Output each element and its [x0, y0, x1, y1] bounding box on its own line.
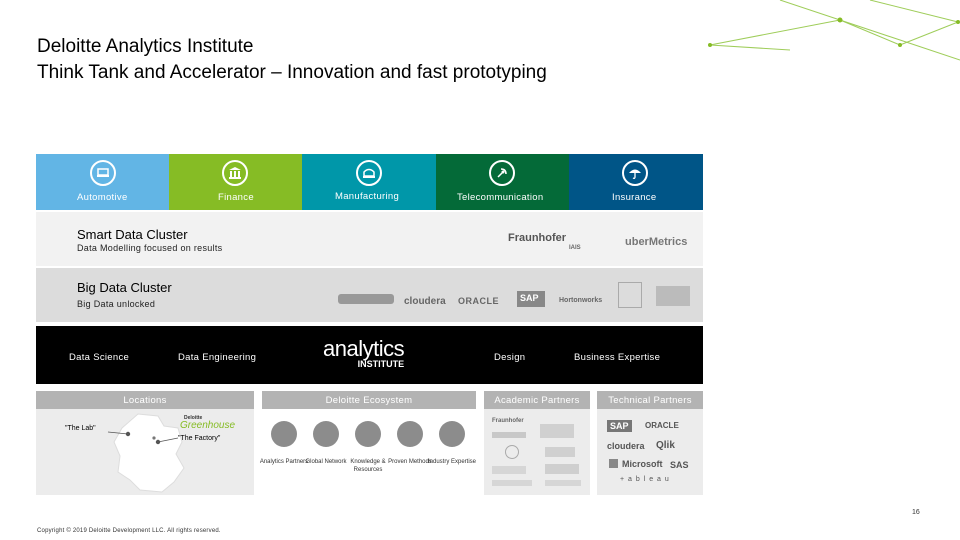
academic-logo-placeholder	[540, 424, 574, 438]
sector-finance: Finance	[169, 154, 302, 210]
sector-label: Automotive	[77, 192, 128, 203]
tech-logo-tableau: + a b l e a u	[620, 476, 670, 483]
academic-logo-fraunhofer: Fraunhofer	[492, 418, 524, 424]
sector-telecommunication: Telecommunication	[436, 154, 569, 210]
page-number: 16	[912, 509, 920, 516]
sector-insurance: Insurance	[569, 154, 703, 210]
sector-manufacturing: Manufacturing	[302, 154, 436, 210]
sap-logo: SAP	[517, 291, 545, 307]
tech-logo-cloudera: cloudera	[607, 441, 645, 451]
analytics-institute-logo: analytics INSTITUTE	[323, 336, 405, 370]
cloudera-logo: cloudera	[404, 296, 446, 307]
academic-logo-placeholder	[545, 464, 579, 474]
tech-logo-qlik: Qlik	[656, 440, 675, 451]
technical-header: Technical Partners	[597, 391, 703, 409]
partner-logo-placeholder	[656, 286, 690, 306]
location-lab: "The Lab"	[65, 425, 96, 432]
title-line-1: Deloitte Analytics Institute	[37, 36, 254, 57]
bank-icon	[222, 160, 248, 186]
iais-logo: IAIS	[569, 245, 581, 251]
location-factory: "The Factory"	[178, 435, 221, 442]
capabilities-bar: Data Science Data Engineering analytics …	[36, 326, 703, 384]
sector-label: Insurance	[612, 192, 657, 203]
knowledge-resources-icon	[355, 421, 381, 447]
capability-business-expertise: Business Expertise	[574, 352, 661, 363]
academic-header: Academic Partners	[484, 391, 590, 409]
eco-label: Industry Expertise	[427, 459, 477, 465]
locations-header: Locations	[36, 391, 254, 409]
tech-logo-microsoft: Microsoft	[622, 459, 663, 469]
tech-logo-oracle: ORACLE	[645, 421, 679, 430]
sector-label: Manufacturing	[335, 191, 400, 202]
copyright-text: Copyright © 2019 Deloitte Development LL…	[37, 528, 221, 534]
network-decoration	[708, 0, 960, 61]
hortonworks-logo: Hortonworks	[559, 297, 603, 304]
analytics-partners-icon	[271, 421, 297, 447]
academic-logo-placeholder	[492, 432, 526, 438]
smart-data-subtitle: Data Modelling focused on results	[77, 243, 223, 253]
ubermetrics-logo: uberMetrics	[625, 236, 688, 248]
big-data-title: Big Data Cluster	[77, 280, 172, 295]
industry-expertise-icon	[439, 421, 465, 447]
ecosystem-header: Deloitte Ecosystem	[262, 391, 476, 409]
sector-label: Telecommunication	[457, 192, 544, 203]
partner-logo-placeholder	[338, 294, 394, 304]
academic-logo-placeholder	[492, 466, 526, 474]
oracle-logo: ORACLE	[458, 296, 499, 306]
smart-data-cluster: Smart Data Cluster Data Modelling focuse…	[36, 212, 703, 266]
capability-data-engineering: Data Engineering	[178, 352, 257, 363]
global-network-icon	[313, 421, 339, 447]
sector-label: Finance	[218, 192, 254, 203]
car-icon	[90, 160, 116, 186]
title-line-2: Think Tank and Accelerator – Innovation …	[37, 62, 547, 83]
tech-logo-sap: SAP	[607, 420, 632, 432]
umbrella-icon	[622, 160, 648, 186]
sector-bar: Automotive Finance Manufacturing Telecom…	[36, 154, 703, 210]
tech-logo-sas: SAS	[670, 460, 689, 470]
proven-methods-icon	[397, 421, 423, 447]
academic-logo-placeholder	[492, 480, 532, 486]
big-data-subtitle: Big Data unlocked	[77, 299, 156, 309]
capability-data-science: Data Science	[69, 352, 130, 363]
academic-logo-placeholder	[505, 445, 519, 459]
partner-logo-placeholder	[618, 282, 642, 308]
academic-logo-placeholder	[545, 480, 581, 486]
page-title: Deloitte Analytics Institute Think Tank …	[37, 34, 547, 86]
big-data-cluster: Big Data Cluster Big Data unlocked cloud…	[36, 268, 703, 322]
microsoft-icon	[609, 459, 618, 468]
smart-data-title: Smart Data Cluster	[77, 227, 188, 242]
greenhouse-logo: Deloitte Greenhouse	[180, 415, 236, 431]
capability-design: Design	[494, 352, 526, 363]
factory-icon	[356, 160, 382, 186]
academic-logo-placeholder	[545, 447, 575, 457]
sector-automotive: Automotive	[36, 154, 169, 210]
satellite-icon	[489, 160, 515, 186]
fraunhofer-logo: Fraunhofer	[508, 232, 567, 244]
